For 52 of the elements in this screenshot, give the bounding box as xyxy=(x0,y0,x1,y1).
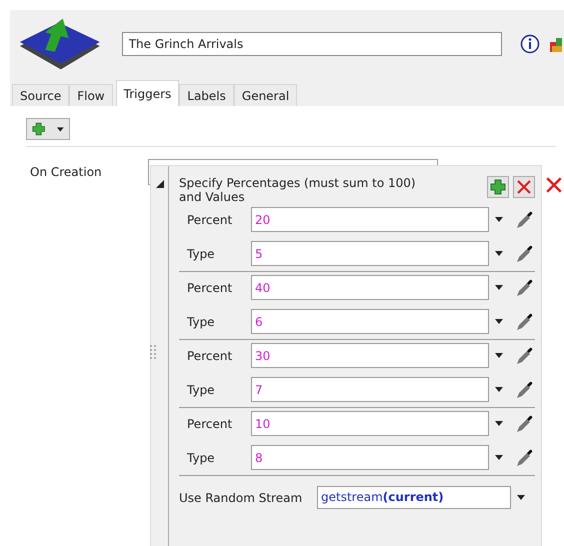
caret-icon[interactable] xyxy=(495,353,503,358)
field-label: Use Random Stream xyxy=(179,490,304,504)
field-label: Percent xyxy=(186,212,234,226)
popup-title: Specify Percentages (must sum to 100) and Values xyxy=(179,176,417,204)
eyedropper-icon[interactable] xyxy=(515,448,535,468)
stream-field[interactable]: getstream(current) xyxy=(317,486,511,509)
caret-icon[interactable] xyxy=(495,455,503,460)
eyedropper-icon[interactable] xyxy=(515,210,535,230)
eyedropper-icon[interactable] xyxy=(515,414,535,434)
field-label: Type xyxy=(186,314,216,328)
caret-icon[interactable] xyxy=(495,285,503,290)
drag-handle-icon[interactable] xyxy=(150,344,156,360)
type-field[interactable]: 8 xyxy=(251,445,489,470)
eyedropper-icon[interactable] xyxy=(515,244,535,264)
caret-icon[interactable] xyxy=(517,495,525,500)
tab[interactable]: Labels xyxy=(179,84,234,106)
caret-icon[interactable] xyxy=(495,251,503,256)
type-field[interactable]: 6 xyxy=(251,309,489,334)
tab[interactable]: Triggers xyxy=(116,80,180,106)
name-field[interactable]: The Grinch Arrivals xyxy=(122,32,502,56)
field-label: Type xyxy=(186,382,216,396)
caret-icon[interactable] xyxy=(495,421,503,426)
caret-icon[interactable] xyxy=(495,319,503,324)
tab[interactable]: General xyxy=(234,84,298,106)
eyedropper-icon[interactable] xyxy=(515,312,535,332)
field-label: Percent xyxy=(186,280,234,294)
type-field[interactable]: 5 xyxy=(251,241,489,266)
add-button[interactable] xyxy=(487,176,509,198)
field-label: Percent xyxy=(186,416,234,430)
tab[interactable]: Source xyxy=(12,84,70,106)
trigger-label: On Creation xyxy=(30,165,102,179)
add-button[interactable] xyxy=(26,118,70,140)
tab[interactable]: Flow xyxy=(69,84,113,106)
percent-field[interactable]: 20 xyxy=(251,207,489,232)
info-icon[interactable] xyxy=(520,34,540,54)
eyedropper-icon[interactable] xyxy=(515,346,535,366)
type-field[interactable]: 7 xyxy=(251,377,489,402)
caret-icon[interactable] xyxy=(495,387,503,392)
collapse-icon[interactable] xyxy=(156,180,164,188)
field-label: Percent xyxy=(186,348,234,362)
caret-icon[interactable] xyxy=(495,217,503,222)
caret-icon[interactable] xyxy=(57,126,64,132)
eyedropper-icon[interactable] xyxy=(515,278,535,298)
close-icon[interactable] xyxy=(545,176,563,194)
percent-field[interactable]: 10 xyxy=(251,411,489,436)
percent-field[interactable]: 40 xyxy=(251,275,489,300)
plus-icon xyxy=(32,121,46,137)
field-label: Type xyxy=(186,246,216,260)
percent-field[interactable]: 30 xyxy=(251,343,489,368)
field-label: Type xyxy=(186,450,216,464)
plus-icon xyxy=(490,179,506,195)
eyedropper-icon[interactable] xyxy=(515,380,535,400)
